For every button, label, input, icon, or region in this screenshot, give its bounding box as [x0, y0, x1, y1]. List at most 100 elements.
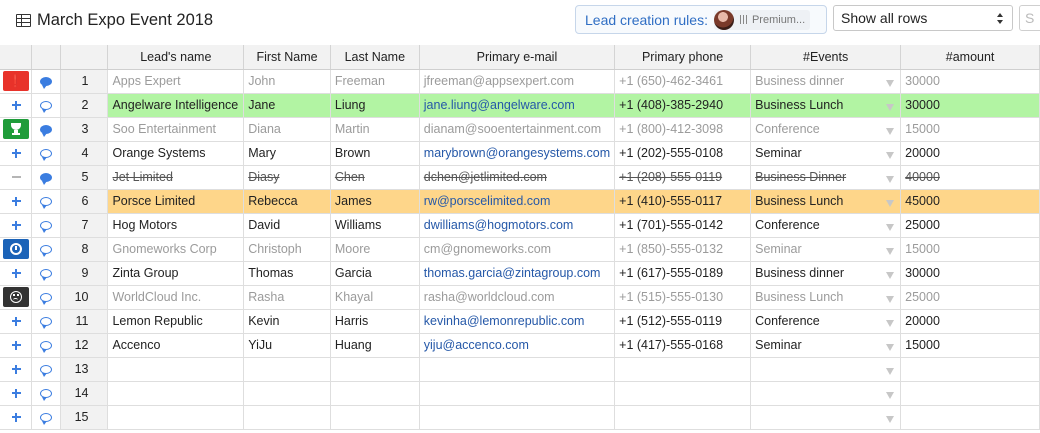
events-cell[interactable]: Conference	[750, 309, 902, 334]
row-comment-cell[interactable]	[31, 69, 61, 94]
last-name-cell[interactable]: Khayal	[330, 285, 420, 310]
amount-cell[interactable]	[900, 357, 1040, 382]
comment-bubble-icon[interactable]	[40, 365, 53, 378]
dropdown-arrow-icon[interactable]	[886, 223, 895, 231]
email-cell[interactable]: cm@gnomeworks.com	[419, 237, 616, 262]
email-cell[interactable]	[419, 381, 616, 406]
last-name-cell[interactable]	[330, 357, 420, 382]
email-cell[interactable]: rasha@worldcloud.com	[419, 285, 616, 310]
amount-cell[interactable]: 15000	[900, 237, 1040, 262]
last-name-cell[interactable]: Huang	[330, 333, 420, 358]
amount-cell[interactable]: 15000	[900, 117, 1040, 142]
lead-name-cell[interactable]: Porsce Limited	[107, 189, 245, 214]
first-name-cell[interactable]: Rasha	[243, 285, 331, 310]
email-cell[interactable]: jane.liung@angelware.com	[419, 93, 616, 118]
row-comment-cell[interactable]	[31, 309, 61, 334]
comment-bubble-icon[interactable]	[40, 245, 53, 258]
table-row[interactable]: 11 Lemon Republic Kevin Harris kevinha@lemon…	[0, 309, 1040, 334]
comment-bubble-icon[interactable]	[40, 197, 53, 210]
events-cell[interactable]: Business Dinner	[750, 165, 902, 190]
events-cell[interactable]: Seminar	[750, 237, 902, 262]
comment-bubble-icon[interactable]	[40, 293, 53, 306]
column-header[interactable]: #amount	[900, 45, 1040, 70]
table-row[interactable]: 15	[0, 405, 1040, 430]
lead-name-cell[interactable]: Zinta Group	[107, 261, 245, 286]
last-name-cell[interactable]: Chen	[330, 165, 420, 190]
comment-bubble-icon[interactable]	[40, 221, 53, 234]
column-header[interactable]: Primary phone	[614, 45, 752, 70]
email-cell[interactable]: jfreeman@appsexpert.com	[419, 69, 616, 94]
table-row[interactable]: 13	[0, 357, 1040, 382]
first-name-cell[interactable]: Jane	[243, 93, 331, 118]
plus-icon[interactable]	[3, 407, 29, 427]
events-cell[interactable]: Conference	[750, 117, 902, 142]
email-cell[interactable]: rw@porscelimited.com	[419, 189, 616, 214]
plus-icon[interactable]	[3, 359, 29, 379]
first-name-cell[interactable]: Rebecca	[243, 189, 331, 214]
events-cell[interactable]: Seminar	[750, 141, 902, 166]
table-row[interactable]: 8 Gnomeworks Corp Christoph Moore cm@gnomewo…	[0, 237, 1040, 262]
comment-bubble-icon[interactable]	[40, 413, 53, 426]
last-name-cell[interactable]: Williams	[330, 213, 420, 238]
first-name-cell[interactable]: Mary	[243, 141, 331, 166]
row-comment-cell[interactable]	[31, 93, 61, 118]
amount-cell[interactable]: 15000	[900, 333, 1040, 358]
row-comment-cell[interactable]	[31, 357, 61, 382]
phone-cell[interactable]: +1 (208)-555-0119	[614, 165, 752, 190]
comment-bubble-icon[interactable]	[40, 341, 53, 354]
email-cell[interactable]: kevinha@lemonrepublic.com	[419, 309, 616, 334]
email-cell[interactable]	[419, 405, 616, 430]
row-comment-cell[interactable]	[31, 165, 61, 190]
dropdown-arrow-icon[interactable]	[886, 343, 895, 351]
row-comment-cell[interactable]	[31, 381, 61, 406]
row-comment-cell[interactable]	[31, 405, 61, 430]
events-cell[interactable]	[750, 405, 902, 430]
lead-creation-rules-label[interactable]: Lead creation rules:	[585, 12, 708, 28]
dropdown-arrow-icon[interactable]	[886, 367, 895, 375]
first-name-cell[interactable]: YiJu	[243, 333, 331, 358]
plus-icon[interactable]	[3, 383, 29, 403]
email-cell[interactable]: marybrown@orangesystems.com	[419, 141, 616, 166]
row-comment-cell[interactable]	[31, 333, 61, 358]
first-name-cell[interactable]: David	[243, 213, 331, 238]
comment-bubble-icon[interactable]	[40, 125, 53, 138]
row-status-cell[interactable]	[0, 189, 33, 214]
last-name-cell[interactable]: Liung	[330, 93, 420, 118]
row-comment-cell[interactable]	[31, 285, 61, 310]
plus-icon[interactable]	[3, 311, 29, 331]
plus-icon[interactable]	[3, 191, 29, 211]
events-cell[interactable]: Business dinner	[750, 261, 902, 286]
email-cell[interactable]: yiju@accenco.com	[419, 333, 616, 358]
rule-chip[interactable]: Premium...	[713, 9, 811, 30]
amount-cell[interactable]: 30000	[900, 69, 1040, 94]
phone-cell[interactable]: +1 (512)-555-0119	[614, 309, 752, 334]
row-status-cell[interactable]	[0, 213, 33, 238]
amount-cell[interactable]: 40000	[900, 165, 1040, 190]
amount-cell[interactable]	[900, 405, 1040, 430]
lead-name-cell[interactable]: WorldCloud Inc.	[107, 285, 245, 310]
row-status-cell[interactable]	[0, 237, 33, 262]
phone-cell[interactable]	[614, 381, 752, 406]
amount-cell[interactable]: 30000	[900, 93, 1040, 118]
lead-name-cell[interactable]: Orange Systems	[107, 141, 245, 166]
dropdown-arrow-icon[interactable]	[886, 295, 895, 303]
row-comment-cell[interactable]	[31, 189, 61, 214]
row-status-cell[interactable]	[0, 381, 33, 406]
phone-cell[interactable]: +1 (408)-385-2940	[614, 93, 752, 118]
table-row[interactable]: ❗ 1 Apps Expert John Freeman jfreeman@appsexp…	[0, 69, 1040, 94]
table-row[interactable]: 3 Soo Entertainment Diana Martin dianam@sooe…	[0, 117, 1040, 142]
exclamation-icon[interactable]: ❗	[2, 71, 29, 91]
column-header[interactable]: #Events	[750, 45, 902, 70]
phone-cell[interactable]: +1 (650)-462-3461	[614, 69, 752, 94]
first-name-cell[interactable]: Diana	[243, 117, 331, 142]
phone-cell[interactable]	[614, 405, 752, 430]
table-row[interactable]: 14	[0, 381, 1040, 406]
table-row[interactable]: 10 WorldCloud Inc. Rasha Khayal rasha@worldc…	[0, 285, 1040, 310]
events-cell[interactable]: Conference	[750, 213, 902, 238]
table-row[interactable]: 4 Orange Systems Mary Brown marybrown@orange…	[0, 141, 1040, 166]
trophy-icon[interactable]	[2, 119, 29, 139]
row-comment-cell[interactable]	[31, 261, 61, 286]
last-name-cell[interactable]: Martin	[330, 117, 420, 142]
comment-bubble-icon[interactable]	[40, 173, 53, 186]
amount-cell[interactable]: 45000	[900, 189, 1040, 214]
